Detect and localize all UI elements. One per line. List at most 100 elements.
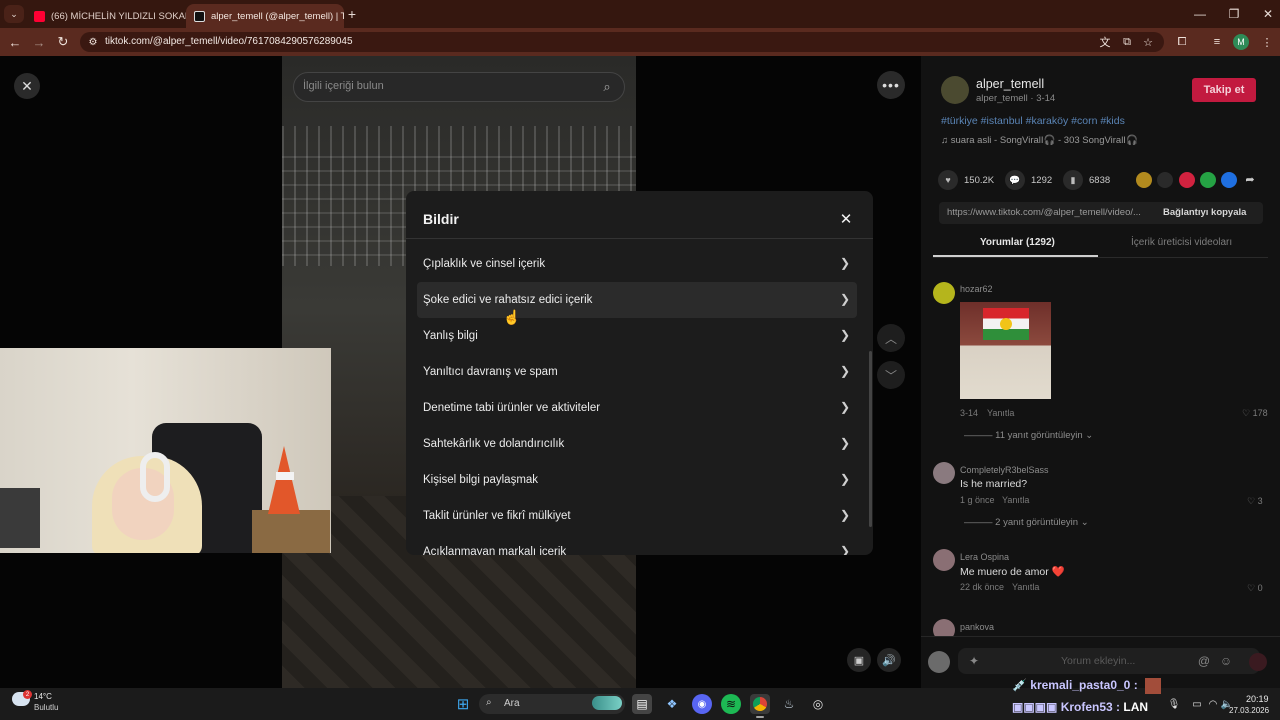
discord-icon[interactable]: ◉ xyxy=(692,694,712,714)
chrome-icon[interactable] xyxy=(750,694,770,714)
clock-date[interactable]: 27.03.2026 xyxy=(1229,706,1269,715)
username[interactable]: alper_temell xyxy=(976,77,1044,91)
view-replies-button[interactable]: ——— 11 yanıt görüntüleyin ⌄ xyxy=(964,430,1093,441)
volume-button[interactable]: 🔊 xyxy=(877,648,901,672)
mention-icon[interactable]: @ xyxy=(1196,653,1212,669)
tab-list-button[interactable]: ⌄ xyxy=(4,5,24,23)
file-explorer-icon[interactable]: ▤ xyxy=(632,694,652,714)
steam-icon[interactable]: ♨ xyxy=(779,694,799,714)
report-reason-label: Sahtekârlık ve dolandırıcılık xyxy=(423,438,565,450)
comment-author[interactable]: CompletelyR3belSass xyxy=(960,465,1049,475)
embed-icon[interactable] xyxy=(1157,172,1173,188)
comment-like[interactable]: ♡ 3 xyxy=(1247,496,1263,507)
reply-button[interactable]: Yanıtla xyxy=(987,408,1014,418)
comment-stat[interactable]: 💬 1292 xyxy=(1005,170,1052,190)
app-icon[interactable]: ◎ xyxy=(808,694,828,714)
tab-creator-videos[interactable]: İçerik üreticisi videoları xyxy=(1131,237,1232,248)
coin-icon[interactable] xyxy=(1136,172,1152,188)
hashtags[interactable]: #türkiye #istanbul #karaköy #corn #kids xyxy=(941,115,1125,127)
post-comment-button[interactable] xyxy=(1249,653,1267,671)
reload-button[interactable]: ↻ xyxy=(55,34,71,50)
back-button[interactable]: ← xyxy=(7,34,23,50)
spotify-icon[interactable]: ≋ xyxy=(721,694,741,714)
report-reason[interactable]: Yanıltıcı davranış ve spam ❯ xyxy=(417,354,857,390)
avatar[interactable] xyxy=(941,76,969,104)
comment-date: 22 dk önce xyxy=(960,582,1005,592)
display-icon[interactable]: ▭ xyxy=(1191,698,1203,710)
avatar[interactable] xyxy=(933,549,955,571)
search-icon[interactable]: ⌕ xyxy=(598,78,616,96)
reply-button[interactable]: Yanıtla xyxy=(1012,582,1039,592)
app-icon[interactable]: ❖ xyxy=(662,694,682,714)
report-reason[interactable]: Kişisel bilgi paylaşmak ❯ xyxy=(417,462,857,498)
restore-button[interactable]: ❐ xyxy=(1217,0,1251,28)
windows-start-icon[interactable]: ⊞ xyxy=(453,694,473,714)
copy-link-button[interactable]: Bağlantıyı kopyala xyxy=(1163,207,1246,218)
report-reason[interactable]: Denetime tabi ürünler ve aktiviteler ❯ xyxy=(417,390,857,426)
close-video-button[interactable]: ✕ xyxy=(14,73,40,99)
emoji-icon[interactable]: ☺ xyxy=(1218,653,1234,669)
bookmark-star-icon[interactable]: ☆ xyxy=(1140,34,1156,50)
microphone-icon[interactable]: 🎙 xyxy=(1168,698,1181,710)
report-reason[interactable]: Taklit ürünler ve fikrî mülkiyet ❯ xyxy=(417,498,857,534)
close-icon[interactable]: ✕ xyxy=(834,207,858,231)
media-icon[interactable]: ≡ xyxy=(1209,34,1225,50)
report-reason[interactable]: Yanlış bilgi ❯ xyxy=(417,318,857,354)
previous-video-button[interactable]: ︿ xyxy=(877,324,905,352)
tab-tiktok[interactable]: alper_temell (@alper_temell) | T ✕ xyxy=(186,4,344,28)
profile-avatar[interactable]: M xyxy=(1233,34,1249,50)
report-reason[interactable]: Sahtekârlık ve dolandırıcılık ❯ xyxy=(417,426,857,462)
modal-scrollbar[interactable] xyxy=(869,351,872,527)
clock-time[interactable]: 20:19 xyxy=(1246,694,1269,704)
wifi-icon[interactable]: ◠ xyxy=(1207,698,1219,710)
more-options-button[interactable]: ••• xyxy=(877,71,905,99)
site-info-icon[interactable]: ⚙ xyxy=(85,34,101,50)
view-replies-label: 2 yanıt görüntüleyin xyxy=(995,517,1079,528)
traffic-cone-stripe xyxy=(276,472,294,480)
details-panel: alper_temell alper_temell · 3-14 Takip e… xyxy=(921,56,1280,688)
minimize-button[interactable]: — xyxy=(1183,0,1217,28)
comment-date: 1 g önce xyxy=(960,495,995,505)
weather-temperature[interactable]: 14°C xyxy=(34,692,52,701)
next-video-button[interactable]: ﹀ xyxy=(877,361,905,389)
share-arrow-icon[interactable]: ➦ xyxy=(1242,172,1258,188)
whatsapp-icon[interactable] xyxy=(1200,172,1216,188)
menu-icon[interactable]: ⋮ xyxy=(1259,34,1275,50)
tab-label: alper_temell (@alper_temell) | T xyxy=(211,10,344,22)
forward-button[interactable]: → xyxy=(31,34,47,50)
comment-like[interactable]: ♡ 0 xyxy=(1247,583,1263,594)
cast-icon[interactable]: ⧉ xyxy=(1119,34,1135,50)
comment-author[interactable]: pankova xyxy=(960,622,994,632)
pip-button[interactable]: ▣ xyxy=(847,648,871,672)
webcam-monitor xyxy=(0,488,40,548)
comment-like[interactable]: ♡ 178 xyxy=(1242,408,1268,419)
avatar[interactable] xyxy=(933,282,955,304)
follow-button[interactable]: Takip et xyxy=(1192,78,1256,102)
save-stat[interactable]: ▮ 6838 xyxy=(1063,170,1110,190)
like-stat[interactable]: ♥ 150.2K xyxy=(938,170,994,190)
report-reason[interactable]: Açıklanmayan markalı içerik ❯ xyxy=(417,534,857,555)
new-tab-button[interactable]: + xyxy=(338,0,366,28)
view-replies-button[interactable]: ——— 2 yanıt görüntüleyin ⌄ xyxy=(964,517,1089,528)
report-reason[interactable]: Şoke edici ve rahatsız edici içerik ❯ xyxy=(417,282,857,318)
music-link[interactable]: ♫ suara asli - SongViralI🎧 - 303 SongVir… xyxy=(941,135,1138,146)
url-text[interactable]: tiktok.com/@alper_temell/video/761708429… xyxy=(105,36,353,47)
report-reason-list: Çıplaklık ve cinsel içerik ❯ Şoke edici v… xyxy=(417,246,857,555)
comment-author[interactable]: Lera Ospina xyxy=(960,552,1009,562)
translate-icon[interactable]: 文 xyxy=(1097,34,1113,50)
report-reason[interactable]: Çıplaklık ve cinsel içerik ❯ xyxy=(417,246,857,282)
extensions-icon[interactable]: ⧠ xyxy=(1174,34,1190,50)
weather-description[interactable]: Bulutlu xyxy=(34,703,58,712)
send-icon[interactable] xyxy=(1179,172,1195,188)
facebook-icon[interactable] xyxy=(1221,172,1237,188)
search-icon: ⌕ xyxy=(486,697,492,708)
tab-youtube[interactable]: (66) MİCHELİN YILDIZLI SOKAK ✕ xyxy=(26,4,186,28)
avatar[interactable] xyxy=(933,462,955,484)
video-link[interactable]: https://www.tiktok.com/@alper_temell/vid… xyxy=(947,207,1141,218)
divider xyxy=(933,257,1268,258)
tab-comments[interactable]: Yorumlar (1292) xyxy=(980,237,1055,248)
close-window-button[interactable]: ✕ xyxy=(1251,0,1280,28)
reply-button[interactable]: Yanıtla xyxy=(1002,495,1029,505)
gift-icon[interactable]: ✦ xyxy=(966,653,982,669)
comment-author[interactable]: hozar62 xyxy=(960,284,993,294)
